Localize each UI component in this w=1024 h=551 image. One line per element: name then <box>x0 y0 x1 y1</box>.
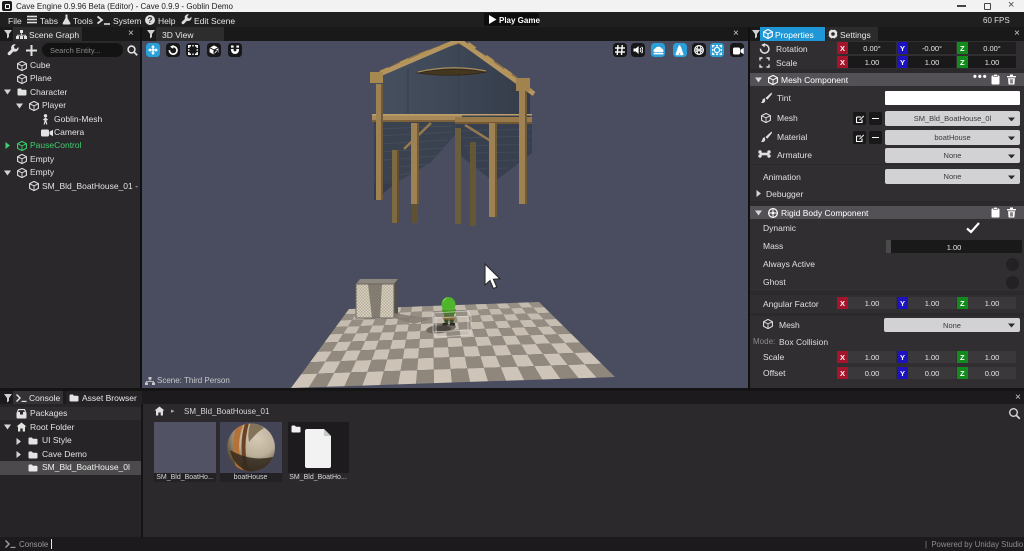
svg-text:?: ? <box>148 16 153 25</box>
